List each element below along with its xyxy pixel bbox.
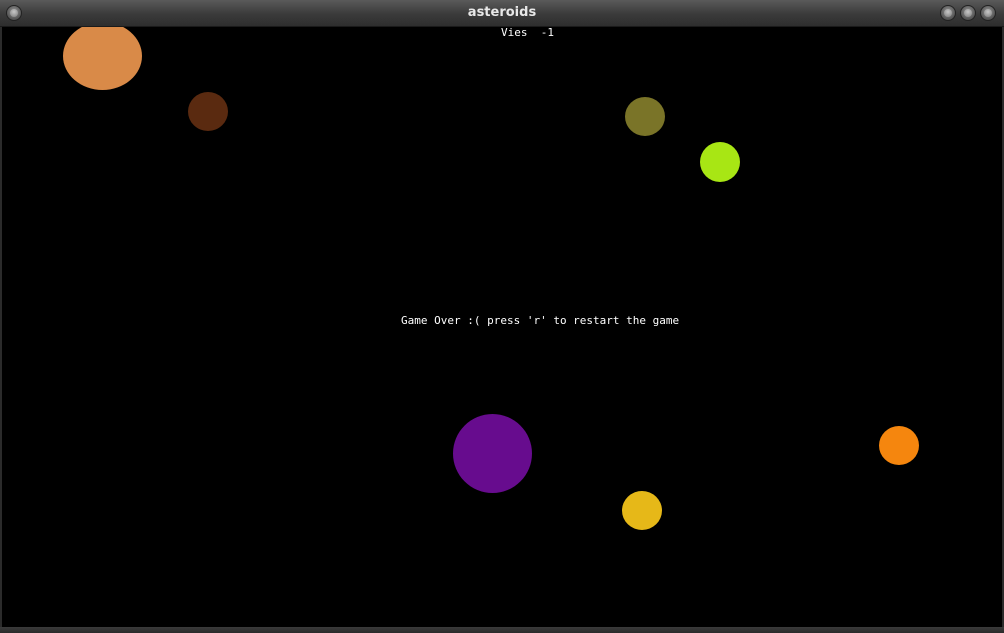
asteroid <box>188 92 228 131</box>
window-bottom-border <box>0 627 1004 633</box>
minimize-icon[interactable] <box>940 5 956 21</box>
title-bar[interactable]: asteroids <box>0 0 1004 27</box>
game-over-message: Game Over :( press 'r' to restart the ga… <box>401 314 680 327</box>
close-icon[interactable] <box>980 5 996 21</box>
window-title: asteroids <box>467 5 537 20</box>
game-canvas[interactable]: Vies -1 Game Over :( press 'r' to restar… <box>2 27 1002 627</box>
asteroid <box>879 426 919 465</box>
asteroid <box>63 27 142 90</box>
asteroid <box>625 97 665 136</box>
asteroid <box>622 491 662 530</box>
lives-counter: Vies -1 <box>501 27 554 39</box>
maximize-icon[interactable] <box>960 5 976 21</box>
asteroid <box>700 142 740 182</box>
game-window: asteroids Vies -1 Game Over :( press 'r'… <box>0 0 1004 633</box>
asteroid <box>453 414 532 493</box>
